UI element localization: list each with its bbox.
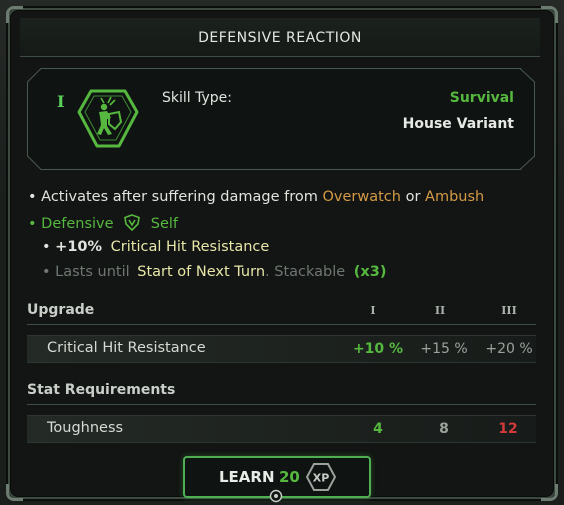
skill-type-label: Skill Type: (162, 90, 232, 106)
learn-cost: 20 (279, 468, 300, 486)
stack-count: (x3) (353, 264, 387, 280)
requirement-row: Toughness 4 8 12 (27, 415, 536, 443)
skill-rank-numeral: I (57, 92, 65, 111)
requirement-stat-label: Toughness (47, 420, 124, 436)
effect-line: • +10% Critical Hit Resistance (42, 239, 269, 255)
skill-type-value: Survival (449, 90, 514, 106)
trigger-overwatch: Overwatch (322, 189, 401, 205)
upgrade-value-1: +10 % (352, 341, 404, 357)
stackable-text: . Stackable (265, 264, 346, 280)
upgrade-section-header: Upgrade I II III (27, 302, 536, 325)
corner-ornament (541, 6, 558, 23)
duration-value: Start of Next Turn (137, 264, 266, 280)
panel-title: DEFENSIVE REACTION (20, 18, 540, 57)
requirement-value-1: 4 (373, 421, 383, 437)
upgrade-level-2: II (434, 304, 446, 317)
upgrade-header-label: Upgrade (27, 302, 95, 318)
tag-defensive: Defensive (41, 216, 114, 232)
upgrade-stat-label: Critical Hit Resistance (47, 340, 206, 356)
requirement-value-2: 8 (439, 421, 449, 437)
target-icon (269, 489, 283, 503)
requirements-section-header: Stat Requirements (27, 382, 536, 405)
trigger-ambush: Ambush (425, 189, 485, 205)
effect-bullet: • (42, 239, 51, 255)
skill-variant: House Variant (402, 116, 514, 132)
effect-stat: Critical Hit Resistance (110, 239, 270, 255)
requirements-header-label: Stat Requirements (27, 382, 176, 398)
skill-tags: • Defensive Self (28, 214, 178, 232)
self-target-shield-icon (124, 214, 141, 231)
upgrade-value-3: +20 % (485, 341, 533, 357)
upgrade-row: Critical Hit Resistance +10 % +15 % +20 … (27, 335, 536, 363)
trigger-description: • Activates after suffering damage from … (28, 189, 484, 205)
upgrade-value-2: +15 % (420, 341, 468, 357)
trigger-connector: or (405, 189, 421, 205)
upgrade-level-3: III (501, 304, 517, 317)
corner-ornament (6, 484, 23, 501)
corner-ornament (541, 484, 558, 501)
survival-shield-figure-icon (77, 89, 139, 148)
xp-icon: XP (306, 463, 336, 491)
requirement-value-3: 12 (498, 421, 518, 437)
tag-bullet: • (28, 216, 37, 232)
xp-currency: XP (313, 472, 330, 485)
duration-prefix: • Lasts until (42, 264, 130, 280)
tag-self: Self (150, 216, 179, 232)
learn-button-label: LEARN (219, 468, 275, 486)
effect-value: +10% (55, 239, 103, 255)
duration-line: • Lasts until Start of Next Turn. Stacka… (42, 264, 386, 280)
upgrade-level-1: I (370, 304, 376, 317)
trigger-text: • Activates after suffering damage from (28, 189, 318, 205)
